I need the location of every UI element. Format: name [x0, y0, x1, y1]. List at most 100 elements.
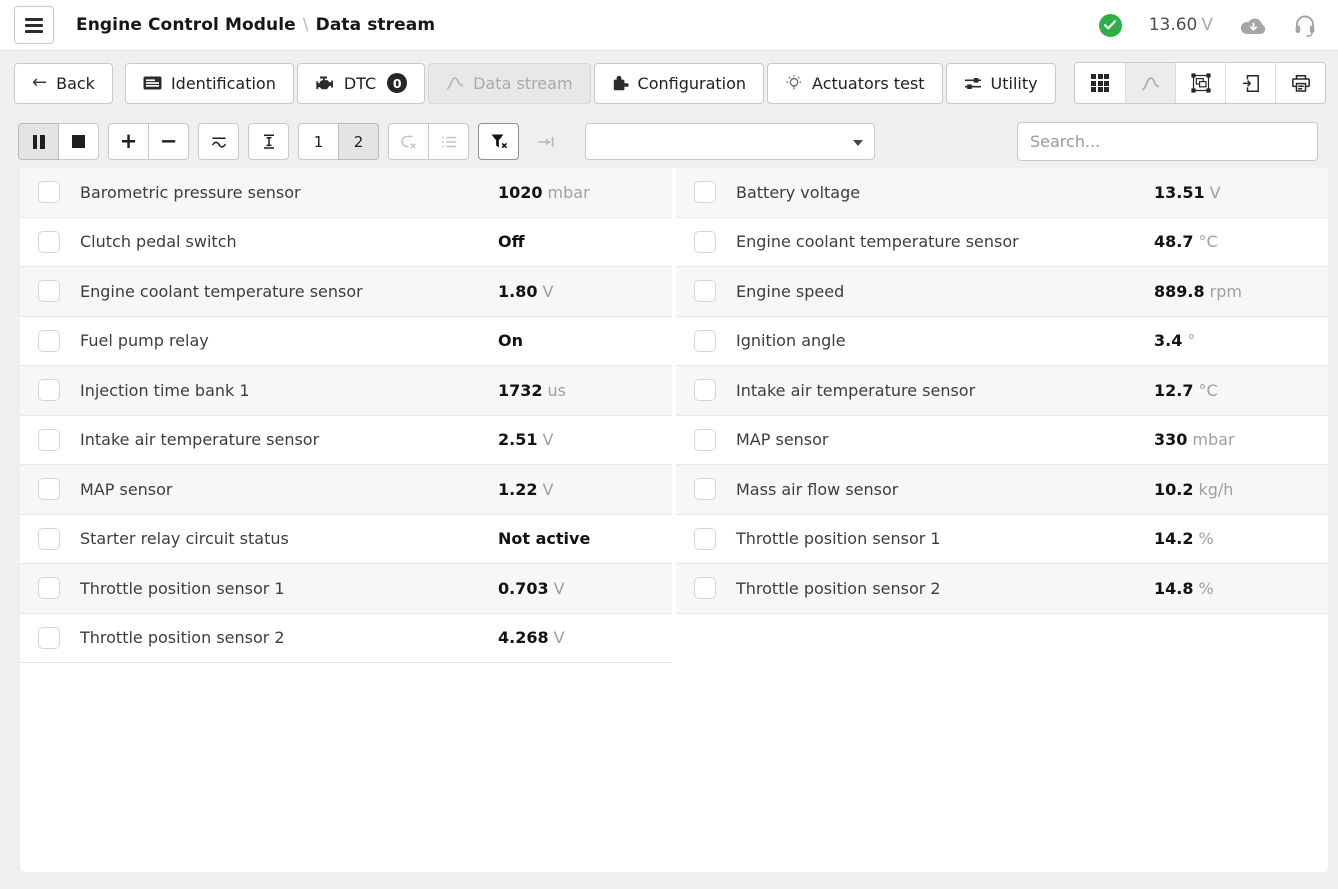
row-checkbox[interactable] [694, 379, 716, 401]
parameter-set-dropdown[interactable] [585, 123, 875, 160]
table-row: Throttle position sensor 214.8% [676, 564, 1328, 614]
page-one-button[interactable]: 1 [298, 123, 339, 160]
param-label: Starter relay circuit status [80, 529, 480, 548]
breadcrumb: Engine Control Module\Data stream [76, 15, 435, 35]
row-checkbox[interactable] [694, 330, 716, 352]
tab-dtc[interactable]: DTC 0 [297, 63, 425, 104]
breadcrumb-module: Engine Control Module [76, 15, 296, 35]
param-value: 48.7°C [1154, 232, 1218, 251]
clear-filter-button[interactable] [478, 123, 519, 160]
param-label: MAP sensor [736, 430, 1136, 449]
engine-icon [315, 75, 335, 92]
param-value: On [498, 331, 523, 350]
param-value: 14.2% [1154, 529, 1214, 548]
stop-icon [72, 135, 85, 148]
row-checkbox[interactable] [38, 330, 60, 352]
param-label: Engine speed [736, 282, 1136, 301]
table-row: Engine coolant temperature sensor 1.80V [20, 267, 672, 317]
row-checkbox[interactable] [694, 280, 716, 302]
module-toolbar: ← Back Identification DTC 0 Data stream … [0, 51, 1338, 115]
cloud-download-icon[interactable] [1240, 16, 1267, 35]
chart-view-button [1125, 63, 1175, 103]
param-unit: kg/h [1198, 480, 1233, 499]
param-unit: % [1198, 579, 1213, 598]
param-unit: V [554, 628, 565, 647]
table-row: Intake air temperature sensor12.7°C [676, 366, 1328, 416]
param-label: Injection time bank 1 [80, 381, 480, 400]
row-checkbox[interactable] [694, 429, 716, 451]
param-label: Throttle position sensor 2 [80, 628, 480, 647]
connection-status-icon [1099, 14, 1122, 37]
param-unit: V [542, 430, 553, 449]
headset-icon[interactable] [1294, 14, 1316, 37]
zoom-out-button[interactable]: − [148, 123, 189, 160]
export-report-button[interactable] [1225, 63, 1275, 103]
parameters-column-right: Battery voltage13.51VEngine coolant temp… [676, 168, 1328, 872]
clear-selection-button [388, 123, 429, 160]
pause-button[interactable] [18, 123, 59, 160]
smooth-curve-button[interactable] [198, 123, 239, 160]
row-checkbox[interactable] [38, 627, 60, 649]
search-input[interactable] [1017, 122, 1318, 161]
print-button[interactable] [1275, 63, 1325, 103]
param-unit: V [1210, 183, 1221, 202]
select-region-icon [1191, 73, 1211, 93]
param-label: Engine coolant temperature sensor [736, 232, 1136, 251]
param-value: Off [498, 232, 525, 251]
param-unit: ° [1187, 331, 1195, 350]
puzzle-icon [612, 75, 629, 92]
param-unit: us [548, 381, 566, 400]
row-checkbox[interactable] [38, 478, 60, 500]
param-value: 1732us [498, 381, 566, 400]
select-region-button[interactable] [1175, 63, 1225, 103]
row-checkbox[interactable] [38, 181, 60, 203]
row-checkbox[interactable] [38, 528, 60, 550]
row-checkbox[interactable] [694, 231, 716, 253]
param-value: 0.703V [498, 579, 565, 598]
page-two-button[interactable]: 2 [338, 123, 379, 160]
row-checkbox[interactable] [38, 379, 60, 401]
tab-configuration[interactable]: Configuration [594, 63, 765, 104]
tab-data-stream: Data stream [428, 63, 590, 104]
param-label: Throttle position sensor 1 [736, 529, 1136, 548]
view-toolbar [1074, 62, 1326, 104]
stop-button[interactable] [58, 123, 99, 160]
row-checkbox[interactable] [38, 231, 60, 253]
table-row: Injection time bank 1 1732us [20, 366, 672, 416]
sliders-icon [964, 76, 982, 91]
parameters-column-left: Barometric pressure sensor1020mbarClutch… [20, 168, 672, 872]
param-unit: % [1198, 529, 1213, 548]
table-row: MAP sensor330mbar [676, 416, 1328, 466]
param-label: Engine coolant temperature sensor [80, 282, 480, 301]
app-header: Engine Control Module\Data stream 13.60V [0, 0, 1338, 51]
row-checkbox[interactable] [694, 577, 716, 599]
tab-actuators-test[interactable]: Actuators test [767, 63, 942, 104]
row-checkbox[interactable] [38, 429, 60, 451]
param-value: 889.8rpm [1154, 282, 1242, 301]
back-button[interactable]: ← Back [14, 63, 113, 104]
breadcrumb-page: Data stream [316, 15, 436, 35]
data-stream-curve-icon [446, 76, 464, 90]
menu-icon[interactable] [14, 6, 54, 44]
table-row: Engine speed 889.8rpm [676, 267, 1328, 317]
row-checkbox[interactable] [694, 478, 716, 500]
table-row: Throttle position sensor 1 14.2% [676, 515, 1328, 565]
clear-selection-icon [400, 134, 418, 150]
data-stream-panel: Barometric pressure sensor1020mbarClutch… [20, 168, 1328, 872]
param-value: 10.2kg/h [1154, 480, 1233, 499]
tab-identification[interactable]: Identification [125, 63, 294, 104]
param-value: 3.4° [1154, 331, 1195, 350]
tab-utility[interactable]: Utility [946, 63, 1056, 104]
zoom-in-button[interactable]: + [108, 123, 149, 160]
row-checkbox[interactable] [694, 181, 716, 203]
param-label: Mass air flow sensor [736, 480, 1136, 499]
param-value: 1.22V [498, 480, 553, 499]
row-checkbox[interactable] [38, 280, 60, 302]
list-icon [441, 135, 457, 149]
row-checkbox[interactable] [38, 577, 60, 599]
grid-view-button[interactable] [1075, 63, 1125, 103]
param-value: 1.80V [498, 282, 553, 301]
param-value: 14.8% [1154, 579, 1214, 598]
row-checkbox[interactable] [694, 528, 716, 550]
scale-height-button[interactable] [248, 123, 289, 160]
